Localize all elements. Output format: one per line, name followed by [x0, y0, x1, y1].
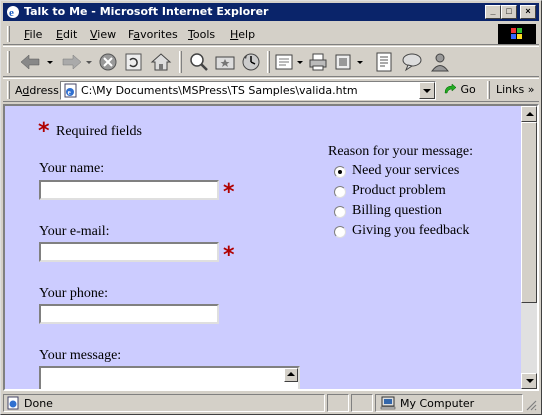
page-done-icon: [7, 396, 19, 410]
maximize-button[interactable]: □: [501, 5, 517, 19]
required-fields-note: Required fields: [56, 124, 142, 139]
message-label: Your message:: [39, 348, 122, 363]
close-icon: ×: [525, 6, 531, 16]
page-icon: e: [64, 83, 77, 98]
computer-icon: [380, 396, 396, 410]
stop-icon[interactable]: [97, 50, 119, 74]
scroll-down-button[interactable]: [521, 373, 537, 389]
required-legend-icon: *: [38, 119, 50, 144]
toolbar-separator-2: [267, 51, 270, 73]
windows-flag-icon: [511, 28, 522, 39]
window-title: Talk to Me - Microsoft Internet Explorer: [24, 5, 269, 18]
arrow-up-icon: [526, 112, 534, 116]
menu-view[interactable]: View: [90, 28, 116, 41]
scroll-up-button[interactable]: [521, 106, 537, 122]
address-label: Address: [15, 84, 59, 97]
windows-logo: [498, 24, 536, 44]
svg-text:e: e: [68, 89, 71, 97]
menu-tools[interactable]: Tools: [188, 28, 215, 41]
links-separator: [487, 81, 490, 99]
address-input[interactable]: e C:\My Documents\MSPress\TS Samples\val…: [60, 81, 436, 100]
back-icon[interactable]: [17, 50, 57, 74]
favorites-icon[interactable]: [213, 50, 237, 74]
radio-button[interactable]: [334, 206, 346, 218]
radio-button[interactable]: [334, 166, 346, 178]
message-scroll-up-button[interactable]: [284, 368, 298, 382]
menu-grip: [7, 26, 10, 42]
menu-help[interactable]: Help: [230, 28, 255, 41]
standard-toolbar: [3, 46, 539, 77]
menu-bar: File Edit View Favorites Tools Help: [3, 23, 539, 45]
home-icon[interactable]: [149, 50, 173, 74]
maximize-icon: □: [506, 6, 512, 16]
title-bar: e Talk to Me - Microsoft Internet Explor…: [3, 3, 539, 21]
links-button[interactable]: Links »: [496, 83, 535, 96]
go-arrow-icon: [444, 83, 457, 94]
messenger-icon[interactable]: [428, 50, 452, 74]
address-value: C:\My Documents\MSPress\TS Samples\valid…: [81, 84, 358, 97]
browser-window: e Talk to Me - Microsoft Internet Explor…: [0, 0, 542, 415]
scrollbar-thumb[interactable]: [521, 122, 537, 303]
name-field[interactable]: [39, 180, 219, 200]
menu-edit[interactable]: Edit: [56, 28, 77, 41]
forward-icon[interactable]: [59, 50, 95, 74]
scroll-up-icon: [287, 372, 295, 376]
document-icon[interactable]: [373, 50, 395, 74]
radio-button[interactable]: [334, 226, 346, 238]
search-icon[interactable]: [187, 50, 211, 74]
page-body: * Required fields Your name: * Your e-ma…: [5, 106, 521, 389]
edit-icon[interactable]: [333, 50, 367, 74]
address-grip: [7, 81, 10, 99]
zone-text: My Computer: [400, 397, 475, 410]
status-pane-2: [327, 394, 349, 412]
menu-favorites[interactable]: Favorites: [128, 28, 178, 41]
close-button[interactable]: ×: [520, 5, 536, 19]
status-bar: Done My Computer: [3, 393, 539, 413]
reason-radio-group: Need your services Product problem Billi…: [334, 163, 514, 243]
history-icon[interactable]: [239, 50, 263, 74]
name-required-icon: *: [223, 180, 235, 205]
minimize-button[interactable]: _: [485, 5, 501, 19]
reason-label: Reason for your message:: [328, 144, 474, 159]
status-pane-3: [351, 394, 373, 412]
email-field[interactable]: [39, 242, 219, 262]
status-text: Done: [24, 397, 53, 410]
svg-text:e: e: [9, 7, 14, 19]
mail-icon[interactable]: [273, 50, 307, 74]
chevron-down-icon: [423, 89, 431, 93]
arrow-down-icon: [526, 379, 534, 383]
resize-grip-icon[interactable]: [525, 399, 537, 411]
email-required-icon: *: [223, 243, 235, 268]
address-bar: Address e C:\My Documents\MSPress\TS Sam…: [3, 78, 539, 102]
print-icon[interactable]: [307, 50, 329, 74]
go-button[interactable]: Go: [443, 83, 476, 96]
minimize-icon: _: [490, 6, 496, 16]
toolbar-grip: [7, 51, 10, 73]
status-zone-pane: My Computer: [375, 394, 523, 412]
ie-logo-icon: e: [7, 6, 19, 19]
refresh-icon[interactable]: [123, 50, 145, 74]
page-content-frame: * Required fields Your name: * Your e-ma…: [3, 104, 539, 391]
chevron-right-icon: »: [527, 83, 535, 96]
message-textarea[interactable]: [39, 366, 300, 389]
radio-selected-dot: [338, 170, 342, 174]
phone-field[interactable]: [39, 304, 219, 324]
name-label: Your name:: [39, 161, 105, 176]
toolbar-separator: [179, 51, 182, 73]
address-dropdown-button[interactable]: [419, 82, 435, 99]
menu-file[interactable]: File: [24, 28, 42, 41]
status-main-pane: Done: [3, 394, 325, 412]
discuss-icon[interactable]: [400, 50, 424, 74]
radio-button[interactable]: [334, 186, 346, 198]
email-label: Your e-mail:: [39, 224, 110, 239]
vertical-scrollbar[interactable]: [521, 106, 537, 389]
phone-label: Your phone:: [39, 286, 108, 301]
